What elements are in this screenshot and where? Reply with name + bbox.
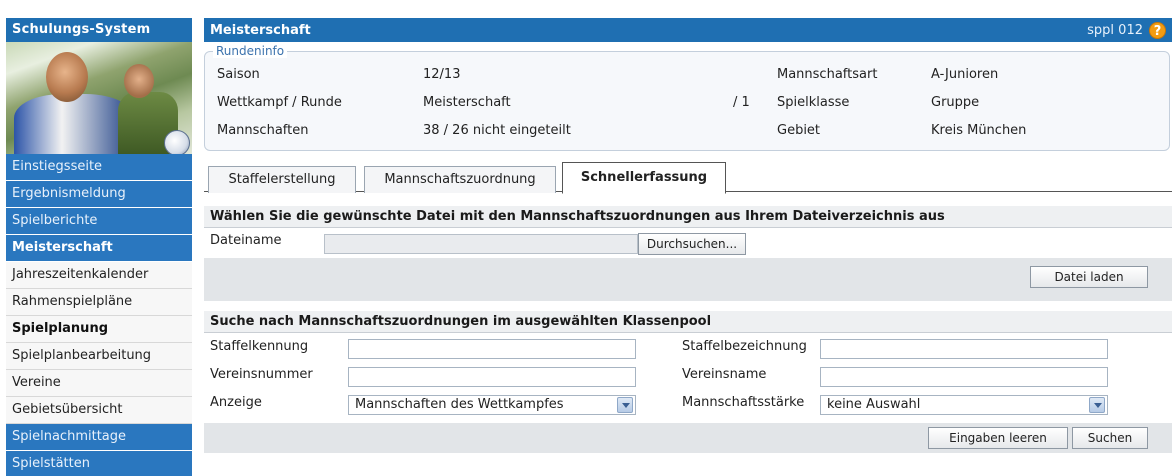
mannschaften-label: Mannschaften (217, 123, 309, 138)
rundeninfo-legend: Rundeninfo (213, 44, 288, 58)
upload-section: Wählen Sie die gewünschte Datei mit den … (204, 206, 1172, 301)
page-code: sppl 012 (1087, 22, 1143, 38)
sidebar-title: Schulungs-System (6, 18, 192, 42)
mannschaftsart-value: A-Junioren (931, 67, 999, 82)
tab-bar: Staffelerstellung Mannschaftszuordnung S… (204, 162, 1172, 194)
runde-value: / 1 (733, 95, 750, 110)
sidebar-item-vereine[interactable]: Vereine (6, 370, 192, 397)
anzeige-selected-value: Mannschaften des Wettkampfes (355, 397, 564, 412)
search-title: Suche nach Mannschaftszuordnungen im aus… (204, 311, 1172, 333)
tab-staffelerstellung[interactable]: Staffelerstellung (208, 166, 356, 193)
gebiet-value: Kreis München (931, 123, 1027, 138)
clear-inputs-button[interactable]: Eingaben leeren (928, 427, 1068, 449)
search-section: Suche nach Mannschaftszuordnungen im aus… (204, 311, 1172, 453)
spielklasse-label: Spielklasse (777, 95, 850, 110)
staffelkennung-label: Staffelkennung (210, 339, 309, 354)
tab-schnellerfassung[interactable]: Schnellerfassung (562, 162, 726, 194)
gebiet-label: Gebiet (777, 123, 821, 138)
sidebar-item-spielplanbearbeitung[interactable]: Spielplanbearbeitung (6, 343, 192, 370)
sidebar: Schulungs-System Einstiegsseite Ergebnis… (6, 18, 192, 476)
sidebar-item-spielplanung[interactable]: Spielplanung (6, 316, 192, 343)
anzeige-label: Anzeige (210, 395, 262, 410)
staffelbezeichnung-input[interactable] (820, 339, 1108, 359)
anzeige-select[interactable]: Mannschaften des Wettkampfes (348, 395, 636, 415)
sidebar-banner-image (6, 42, 192, 154)
mannschaftsart-label: Mannschaftsart (777, 67, 878, 82)
sidebar-item-rahmenspielplaene[interactable]: Rahmenspielpläne (6, 289, 192, 316)
staffelkennung-input[interactable] (348, 339, 636, 359)
sidebar-item-meisterschaft[interactable]: Meisterschaft (6, 235, 192, 262)
file-label: Dateiname (210, 233, 282, 248)
mannschaftsstaerke-label: Mannschaftsstärke (682, 395, 805, 410)
vereinsname-input[interactable] (820, 367, 1108, 387)
vereinsnummer-input[interactable] (348, 367, 636, 387)
sidebar-item-jahreszeitenkalender[interactable]: Jahreszeitenkalender (6, 262, 192, 289)
chevron-down-icon[interactable] (1089, 397, 1105, 413)
soccer-ball-icon (164, 130, 190, 154)
sidebar-item-spielnachmittage[interactable]: Spielnachmittage (6, 424, 192, 451)
vereinsnummer-label: Vereinsnummer (210, 367, 313, 382)
mannschaften-value: 38 / 26 nicht eingeteilt (423, 123, 571, 138)
chevron-down-icon[interactable] (617, 397, 633, 413)
load-file-button[interactable]: Datei laden (1030, 266, 1148, 288)
sidebar-item-gebietsuebersicht[interactable]: Gebietsübersicht (6, 397, 192, 424)
browse-button[interactable]: Durchsuchen... (638, 233, 746, 255)
sidebar-item-spielstaetten[interactable]: Spielstätten (6, 451, 192, 476)
sidebar-item-spielberichte[interactable]: Spielberichte (6, 208, 192, 235)
sidebar-item-ergebnismeldung[interactable]: Ergebnismeldung (6, 181, 192, 208)
vereinsname-label: Vereinsname (682, 367, 767, 382)
mannschaftsstaerke-selected-value: keine Auswahl (827, 397, 921, 412)
tab-mannschaftszuordnung[interactable]: Mannschaftszuordnung (364, 166, 556, 193)
main-content: Meisterschaft sppl 012 ? Rundeninfo Sais… (204, 18, 1172, 476)
upload-title: Wählen Sie die gewünschte Datei mit den … (204, 206, 1172, 228)
saison-value: 12/13 (423, 67, 461, 82)
sidebar-item-einstiegsseite[interactable]: Einstiegsseite (6, 154, 192, 181)
page-title: Meisterschaft (210, 22, 311, 38)
rundeninfo-panel: Rundeninfo Saison 12/13 Mannschaftsart A… (204, 44, 1170, 151)
search-button[interactable]: Suchen (1072, 427, 1148, 449)
help-icon[interactable]: ? (1149, 21, 1166, 39)
saison-label: Saison (217, 67, 260, 82)
file-path-input[interactable] (324, 234, 638, 254)
staffelbezeichnung-label: Staffelbezeichnung (682, 339, 807, 354)
wettkampf-label: Wettkampf / Runde (217, 95, 342, 110)
mannschaftsstaerke-select[interactable]: keine Auswahl (820, 395, 1108, 415)
wettkampf-value: Meisterschaft (423, 95, 511, 110)
spielklasse-value: Gruppe (931, 95, 980, 110)
page-header: Meisterschaft sppl 012 ? (204, 18, 1172, 42)
